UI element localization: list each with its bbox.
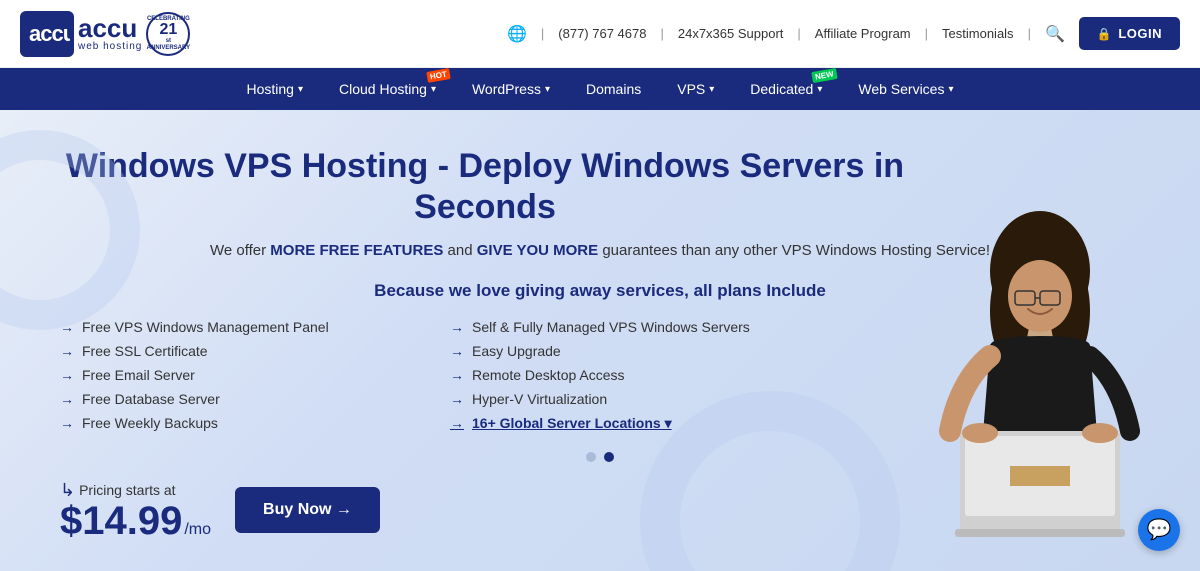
arrow-icon: → (60, 343, 74, 359)
nav-item-vps[interactable]: VPS ▾ (659, 68, 732, 110)
hero-section: Windows VPS Hosting - Deploy Windows Ser… (0, 110, 1200, 571)
arrow-icon: → (450, 343, 464, 359)
chevron-down-icon: ▾ (431, 84, 436, 95)
nav-wordpress-label: WordPress (472, 81, 541, 97)
nav-item-web-services[interactable]: Web Services ▾ (840, 68, 971, 110)
logo-icon[interactable]: accu (20, 11, 74, 57)
features-grid: → Free VPS Windows Management Panel → Se… (60, 319, 800, 432)
logo-subtitle: web hosting (78, 41, 142, 52)
feature-label: Free SSL Certificate (82, 343, 208, 359)
nav-item-domains[interactable]: Domains (568, 68, 659, 110)
support-link[interactable]: 24x7x365 Support (678, 26, 784, 41)
nav-item-hosting[interactable]: Hosting ▾ (229, 68, 322, 110)
dot-1[interactable] (586, 452, 596, 462)
arrow-icon: → (450, 415, 464, 431)
chat-icon: 💬 (1147, 517, 1172, 542)
nav-hosting-label: Hosting (247, 81, 294, 97)
globe-icon[interactable]: 🌐 (507, 24, 527, 44)
subtitle-mid: and (443, 242, 476, 259)
feature-item: → Free VPS Windows Management Panel (60, 319, 410, 335)
feature-label: Free Email Server (82, 367, 195, 383)
logo-brand: accu (78, 15, 142, 41)
nav-item-dedicated[interactable]: Dedicated ▾ NEW (732, 68, 840, 110)
main-nav: Hosting ▾ Cloud Hosting ▾ HOT WordPress … (0, 68, 1200, 110)
arrow-icon: → (60, 415, 74, 431)
header-right: 🌐 | (877) 767 4678 | 24x7x365 Support | … (507, 17, 1180, 50)
login-label: LOGIN (1118, 26, 1162, 41)
feature-item: → Remote Desktop Access (450, 367, 800, 383)
price-display: $14.99 /mo (60, 501, 211, 541)
nav-item-cloud-hosting[interactable]: Cloud Hosting ▾ HOT (321, 68, 454, 110)
anniversary-number: 21 (159, 22, 177, 38)
lock-icon: 🔒 (1097, 27, 1112, 41)
buy-now-button[interactable]: Buy Now → (235, 487, 380, 533)
chat-bubble-button[interactable]: 💬 (1138, 509, 1180, 551)
chevron-down-icon: ▾ (948, 84, 953, 95)
subtitle-pre: We offer (210, 242, 270, 259)
feature-label: Self & Fully Managed VPS Windows Servers (472, 319, 750, 335)
new-badge: NEW (811, 68, 837, 83)
feature-label: Hyper-V Virtualization (472, 391, 607, 407)
chevron-down-icon: ▾ (545, 84, 550, 95)
feature-label: Easy Upgrade (472, 343, 561, 359)
nav-domains-label: Domains (586, 81, 641, 97)
feature-item: → Free Email Server (60, 367, 410, 383)
logo-text: accu web hosting (78, 15, 142, 52)
arrow-icon: → (60, 319, 74, 335)
feature-item: → Self & Fully Managed VPS Windows Serve… (450, 319, 800, 335)
buy-now-label: Buy Now → (263, 501, 352, 519)
arrow-icon: → (450, 391, 464, 407)
pricing-starts-label: Pricing starts at (79, 482, 175, 498)
pricing-text: ↳ Pricing starts at $14.99 /mo (60, 480, 211, 541)
arrow-icon: → (450, 319, 464, 335)
feature-item: → Free SSL Certificate (60, 343, 410, 359)
feature-label: Free Database Server (82, 391, 220, 407)
feature-item: → Free Database Server (60, 391, 410, 407)
chevron-down-icon: ▾ (709, 84, 714, 95)
testimonials-link[interactable]: Testimonials (942, 26, 1014, 41)
phone-link[interactable]: (877) 767 4678 (558, 26, 646, 41)
affiliate-link[interactable]: Affiliate Program (815, 26, 911, 41)
svg-text:accu: accu (29, 21, 70, 46)
login-button[interactable]: 🔒 LOGIN (1079, 17, 1180, 50)
nav-item-wordpress[interactable]: WordPress ▾ (454, 68, 568, 110)
feature-label: Free Weekly Backups (82, 415, 218, 431)
nav-web-services-label: Web Services (858, 81, 944, 97)
chevron-down-icon: ▾ (298, 84, 303, 95)
chevron-down-icon: ▾ (817, 84, 822, 95)
search-icon[interactable]: 🔍 (1045, 24, 1065, 44)
anniversary-badge: CELEBRATING 21 st ANNIVERSARY (146, 12, 190, 56)
arrow-icon: → (450, 367, 464, 383)
logo-area: accu accu web hosting CELEBRATING 21 st … (20, 11, 190, 57)
pricing-starts: ↳ Pricing starts at (60, 480, 176, 501)
subtitle-bold2: GIVE YOU MORE (477, 242, 598, 259)
arrow-icon: → (60, 367, 74, 383)
feature-item: → Hyper-V Virtualization (450, 391, 800, 407)
feature-item-locations[interactable]: → 16+ Global Server Locations ▾ (450, 415, 800, 432)
dot-2[interactable] (604, 452, 614, 462)
hero-woman-image (900, 191, 1180, 571)
feature-item: → Easy Upgrade (450, 343, 800, 359)
nav-dedicated-label: Dedicated (750, 81, 813, 97)
logo-box: accu accu web hosting CELEBRATING 21 st … (20, 11, 190, 57)
arrow-curved-icon: ↳ (60, 480, 75, 501)
arrow-icon: → (60, 391, 74, 407)
price-suffix: /mo (184, 521, 211, 539)
header: accu accu web hosting CELEBRATING 21 st … (0, 0, 1200, 68)
nav-vps-label: VPS (677, 81, 705, 97)
nav-cloud-label: Cloud Hosting (339, 81, 427, 97)
feature-label: Free VPS Windows Management Panel (82, 319, 329, 335)
hero-title: Windows VPS Hosting - Deploy Windows Ser… (60, 146, 910, 228)
hot-badge: HOT (426, 68, 450, 83)
subtitle-bold1: MORE FREE FEATURES (270, 242, 443, 259)
feature-label: Remote Desktop Access (472, 367, 625, 383)
feature-locations-label: 16+ Global Server Locations ▾ (472, 415, 672, 432)
anniversary-suffix: st ANNIVERSARY (147, 38, 190, 51)
feature-item: → Free Weekly Backups (60, 415, 410, 432)
price-value: $14.99 (60, 501, 182, 541)
